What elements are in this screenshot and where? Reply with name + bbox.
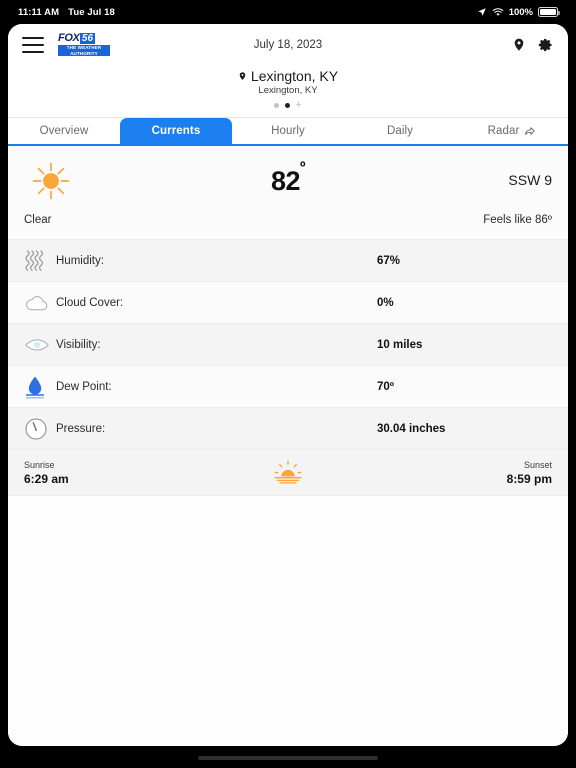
sunset-label: Sunset [523, 459, 552, 470]
tab-hourly[interactable]: Hourly [232, 118, 344, 144]
status-time: 11:11 AM [18, 6, 60, 18]
location-primary-name: Lexington, KY [250, 68, 339, 84]
gear-icon[interactable] [538, 37, 554, 53]
logo-brand-text: FOX [58, 31, 80, 44]
ios-status-bar: 11:11 AM Tue Jul 18 100% [0, 0, 576, 24]
tab-radar-label: Radar [487, 125, 520, 137]
battery-percent-label: 100% [508, 6, 533, 18]
sunrise-sunset-row: Sunrise 6:29 am Sunset 8:59 pm [8, 450, 568, 496]
detail-label-pressure: Pressure: [56, 422, 106, 435]
tab-daily[interactable]: Daily [344, 118, 456, 144]
app-screen: FOX 56 THE WEATHER AUTHORITY July 18, 20… [8, 24, 568, 746]
pager-dot-1[interactable] [274, 103, 280, 108]
fox56-weather-authority-logo[interactable]: FOX 56 THE WEATHER AUTHORITY [58, 31, 110, 57]
location-pin-icon[interactable] [512, 36, 526, 53]
dew-point-drop-icon [24, 374, 54, 400]
current-temperature-value: 82 [270, 166, 301, 196]
current-wind: SSW 9 [508, 172, 552, 188]
tab-currents-label: Currents [151, 125, 201, 137]
logo-tagline-line2: AUTHORITY [70, 50, 98, 56]
detail-row-dew-point: Dew Point: 70º [8, 366, 568, 408]
detail-value-cloud-cover: 0% [377, 296, 394, 309]
logo-tagline: THE WEATHER AUTHORITY [58, 44, 110, 57]
cloud-icon [24, 294, 54, 312]
current-condition-label: Clear [24, 214, 52, 226]
pager-dot-2[interactable] [285, 103, 291, 108]
sunrise-time: 6:29 am [24, 471, 69, 486]
detail-row-humidity: Humidity: 67% [8, 240, 568, 282]
current-conditions: 82º Clear SSW 9 Feels like 86º [8, 146, 568, 240]
add-location-button[interactable]: + [295, 100, 301, 111]
visibility-eye-icon [24, 337, 54, 353]
tab-radar[interactable]: Radar [456, 118, 568, 144]
detail-value-visibility: 10 miles [377, 338, 423, 351]
location-pin-icon [238, 68, 247, 84]
status-date: Tue Jul 18 [68, 6, 115, 18]
device-frame: 11:11 AM Tue Jul 18 100% FOX 56 THE WEAT… [0, 0, 576, 768]
current-feels-like: Feels like 86º [483, 214, 552, 226]
detail-row-cloud-cover: Cloud Cover: 0% [8, 282, 568, 324]
detail-value-dew-point: 70º [377, 380, 394, 393]
detail-label-visibility: Visibility: [56, 338, 101, 351]
location-secondary-name: Lexington, KY [258, 85, 318, 96]
content-empty-area [8, 496, 568, 746]
detail-row-pressure: Pressure: 30.04 inches [8, 408, 568, 450]
pressure-gauge-icon [24, 417, 54, 441]
tab-overview-label: Overview [39, 125, 89, 137]
location-block: Lexington, KY Lexington, KY + [8, 65, 568, 118]
tab-currents[interactable]: Currents [120, 118, 232, 144]
tab-hourly-label: Hourly [271, 125, 305, 137]
detail-row-visibility: Visibility: 10 miles [8, 324, 568, 366]
humidity-waves-icon [24, 248, 54, 274]
home-indicator[interactable] [198, 756, 378, 760]
app-header: FOX 56 THE WEATHER AUTHORITY July 18, 20… [8, 24, 568, 65]
current-temperature: 82º [8, 159, 568, 197]
tab-daily-label: Daily [386, 125, 414, 137]
location-primary-row[interactable]: Lexington, KY [8, 68, 568, 84]
sunset-block: Sunset 8:59 pm [507, 460, 552, 486]
detail-label-dew-point: Dew Point: [56, 380, 112, 393]
wifi-icon [492, 7, 504, 17]
battery-full-icon [538, 7, 560, 17]
detail-label-humidity: Humidity: [56, 254, 104, 267]
external-link-arrow-icon [523, 125, 536, 137]
tab-overview[interactable]: Overview [8, 118, 120, 144]
hamburger-menu-icon[interactable] [22, 36, 44, 53]
location-arrow-icon [477, 7, 487, 17]
detail-value-pressure: 30.04 inches [377, 422, 446, 435]
logo-channel-text: 56 [80, 32, 95, 44]
sunrise-block: Sunrise 6:29 am [24, 460, 69, 486]
sunrise-label: Sunrise [24, 459, 55, 470]
detail-label-cloud-cover: Cloud Cover: [56, 296, 124, 309]
location-pager: + [8, 100, 568, 111]
current-temperature-unit: º [300, 158, 306, 176]
tab-bar: Overview Currents Hourly Daily Radar [8, 118, 568, 146]
sunrise-icon [8, 459, 568, 487]
sunset-time: 8:59 pm [506, 471, 552, 486]
detail-value-humidity: 67% [377, 254, 401, 267]
